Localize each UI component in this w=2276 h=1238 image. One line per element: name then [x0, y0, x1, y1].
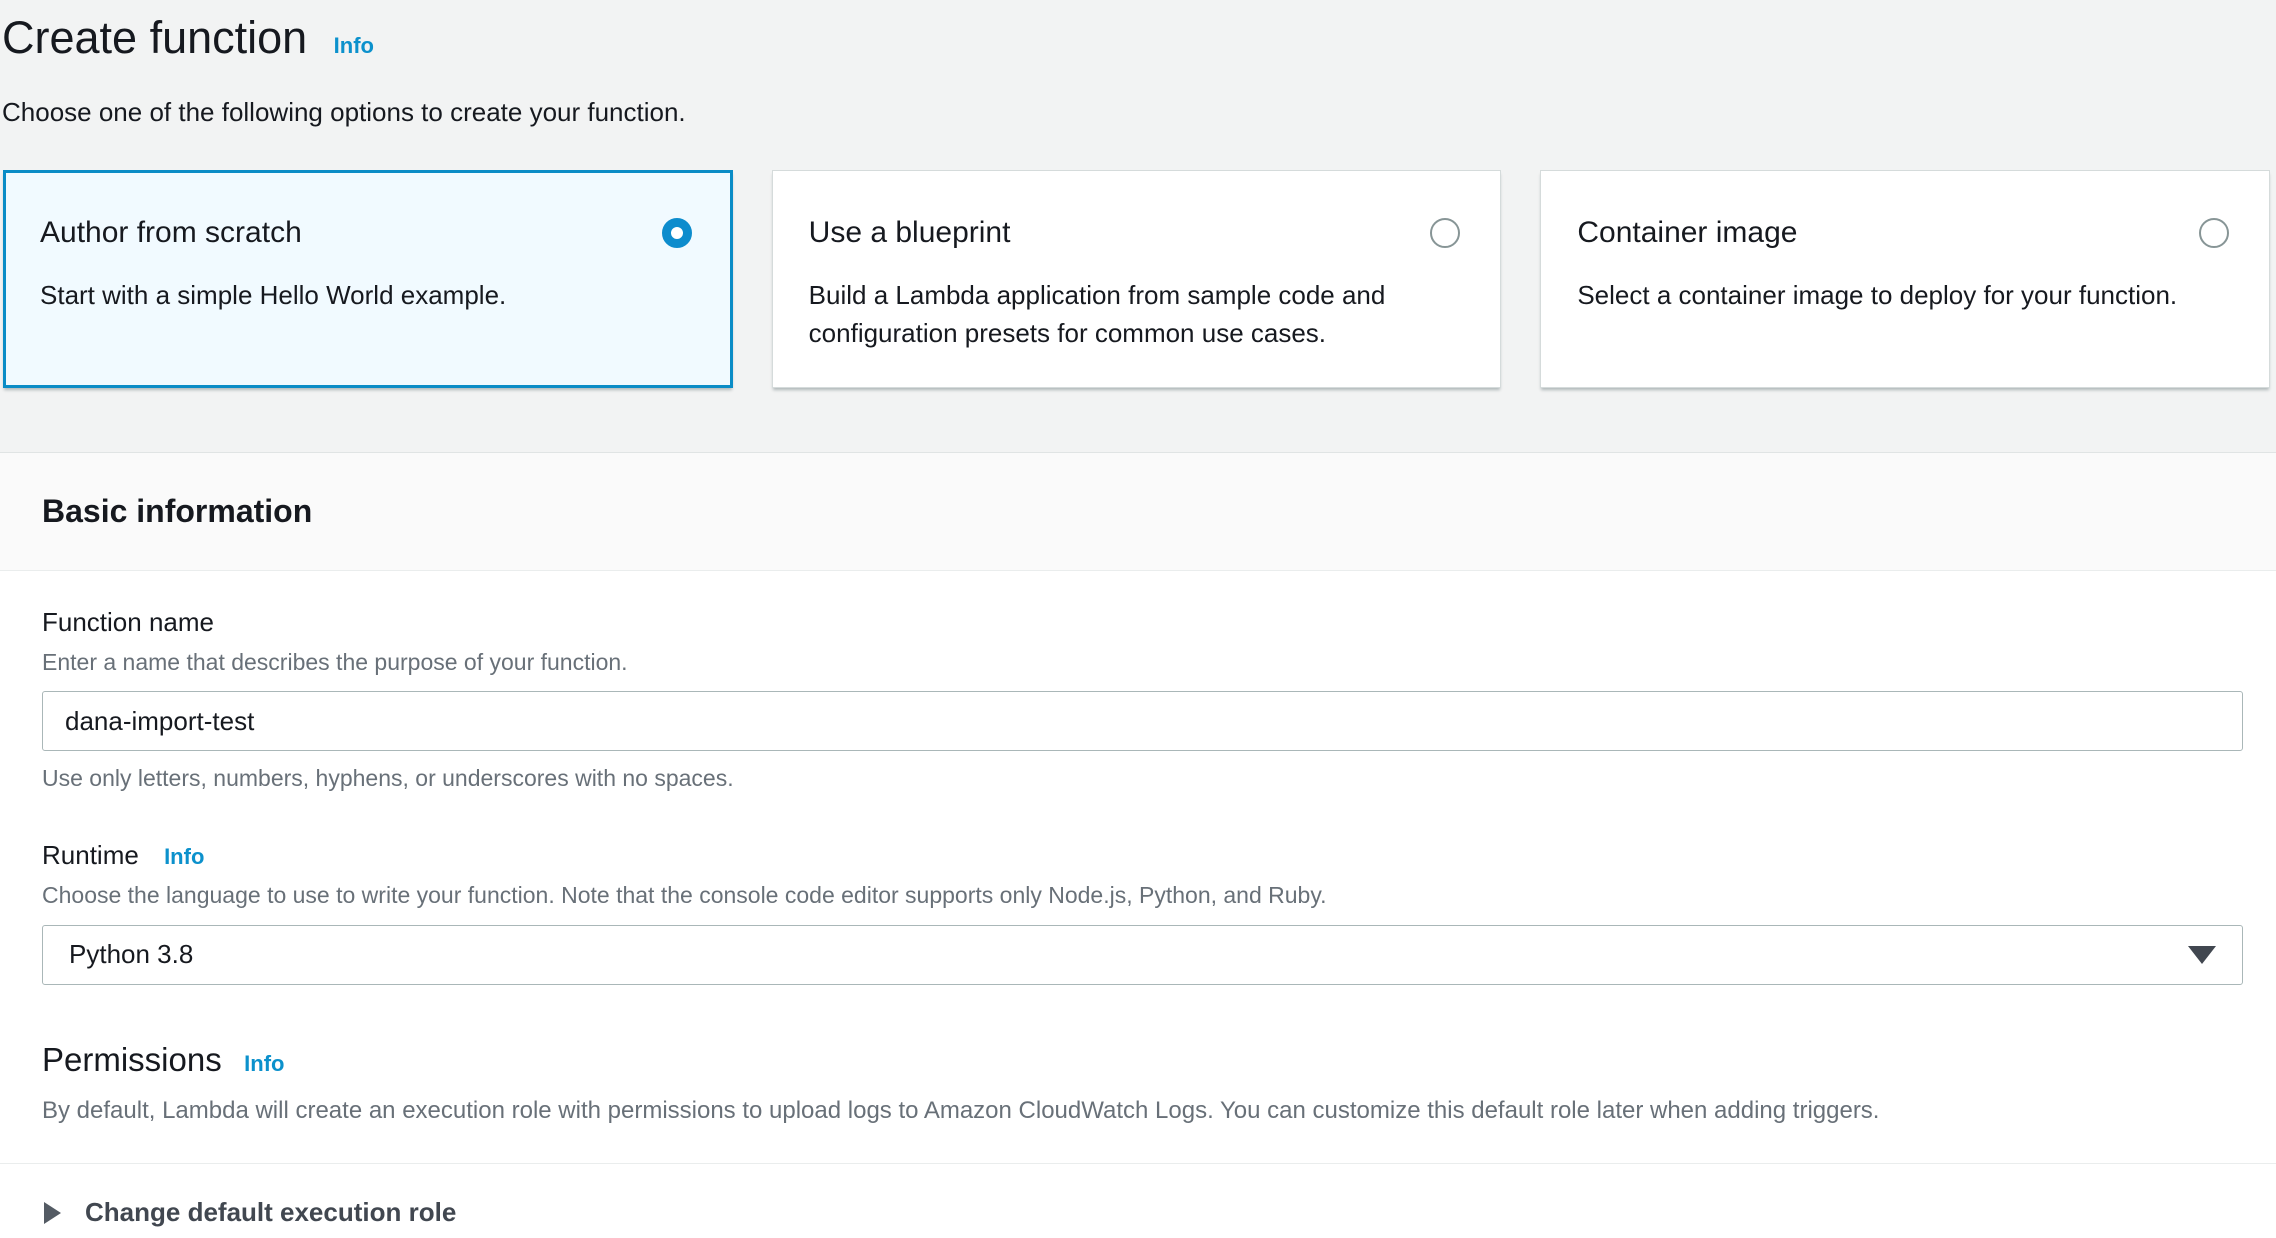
card-title: Container image [1577, 215, 1797, 251]
card-author-from-scratch[interactable]: Author from scratch Start with a simple … [3, 170, 733, 388]
basic-information-panel: Basic information Function name Enter a … [0, 452, 2276, 1238]
card-title: Use a blueprint [809, 215, 1011, 251]
runtime-info-link[interactable]: Info [164, 844, 204, 869]
creation-option-cards: Author from scratch Start with a simple … [3, 170, 2270, 388]
card-head: Author from scratch [40, 215, 692, 251]
basic-information-body: Function name Enter a name that describe… [0, 571, 2276, 1127]
permissions-header: Permissions Info [42, 1041, 2243, 1079]
create-function-info-link[interactable]: Info [334, 33, 374, 58]
card-description: Select a container image to deploy for y… [1577, 277, 2197, 315]
page-subtitle: Choose one of the following options to c… [2, 96, 2276, 130]
expander-label: Change default execution role [85, 1197, 456, 1228]
create-function-page: Create function Info Choose one of the f… [0, 0, 2276, 1238]
card-head: Container image [1577, 215, 2229, 251]
page-header: Create function Info Choose one of the f… [0, 0, 2276, 130]
card-title: Author from scratch [40, 215, 302, 251]
card-use-a-blueprint[interactable]: Use a blueprint Build a Lambda applicati… [772, 170, 1502, 388]
runtime-description: Choose the language to use to write your… [42, 880, 2243, 911]
function-name-hint: Use only letters, numbers, hyphens, or u… [42, 765, 2243, 792]
radio-selected-icon[interactable] [662, 218, 692, 248]
radio-unselected-icon[interactable] [2199, 218, 2229, 248]
card-container-image[interactable]: Container image Select a container image… [1540, 170, 2270, 388]
card-description: Start with a simple Hello World example. [40, 277, 660, 315]
function-name-description: Enter a name that describes the purpose … [42, 647, 2243, 678]
runtime-selected-value: Python 3.8 [69, 939, 193, 970]
runtime-field-group: Runtime Info Choose the language to use … [42, 840, 2243, 984]
function-name-field-group: Function name Enter a name that describe… [42, 607, 2243, 792]
runtime-select[interactable]: Python 3.8 [42, 925, 2243, 985]
permissions-title: Permissions [42, 1041, 222, 1078]
basic-information-header: Basic information [0, 453, 2276, 571]
dropdown-arrow-icon [2188, 946, 2216, 964]
page-title: Create function [2, 12, 307, 63]
card-description: Build a Lambda application from sample c… [809, 277, 1429, 352]
expand-caret-icon [44, 1202, 61, 1224]
permissions-info-link[interactable]: Info [244, 1051, 284, 1076]
function-name-label: Function name [42, 607, 2243, 638]
section-title: Basic information [42, 493, 312, 530]
runtime-label-row: Runtime Info [42, 840, 2243, 871]
permissions-description: By default, Lambda will create an execut… [42, 1095, 2243, 1127]
function-name-input[interactable] [42, 691, 2243, 751]
change-execution-role-expander[interactable]: Change default execution role [0, 1164, 2276, 1238]
runtime-label: Runtime [42, 840, 139, 870]
radio-unselected-icon[interactable] [1430, 218, 1460, 248]
card-head: Use a blueprint [809, 215, 1461, 251]
